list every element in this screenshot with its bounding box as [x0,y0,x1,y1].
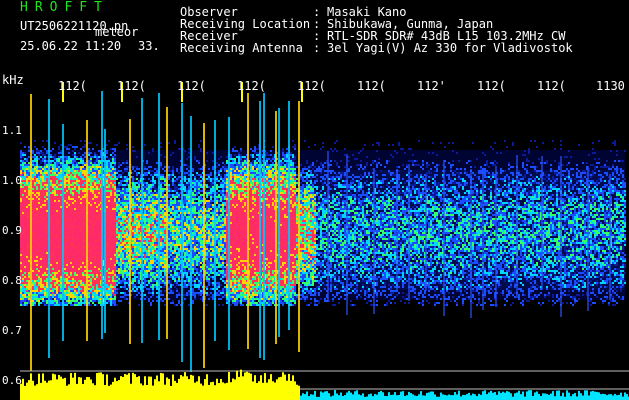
y-tick-label: 1.1 [2,124,22,137]
antenna-label: Receiving Antenna [180,41,303,55]
x-tick-label: 1130 [596,79,625,93]
y-tick-label: 0.8 [2,274,22,287]
station-info: Observer : Masaki Kano Receiving Locatio… [180,6,573,54]
separator: : [313,41,321,55]
x-tick-label: 112( [237,79,266,93]
y-tick-label: 0.6 [2,374,22,387]
capture-datetime: 25.06.22 11:20 [20,39,122,53]
x-tick-label: 112( [177,79,206,93]
antenna-value: 3el Yagi(V) Az 330 for Vladivostok [327,41,573,55]
x-tick-label: 112( [58,79,87,93]
y-tick-label: 0.9 [2,224,22,237]
x-tick-label: 112( [357,79,386,93]
detection-tag: meteor [95,25,139,39]
x-tick-label: 112( [117,79,146,93]
y-tick-label: 0.7 [2,324,22,337]
antenna-row: Receiving Antenna : 3el Yagi(V) Az 330 f… [180,42,573,54]
x-tick-label: 112' [417,79,446,93]
power-histogram [20,369,629,400]
y-tick-label: 1.0 [2,174,22,187]
spectrogram-display [20,82,629,400]
x-tick-label: 112( [477,79,506,93]
app-title: HROFFT [20,0,109,15]
x-tick-label: 112( [297,79,326,93]
y-axis-unit: kHz [2,73,24,87]
spectrogram-noise [20,140,626,306]
capture-seconds: 33. [138,39,160,53]
x-tick-label: 112( [537,79,566,93]
